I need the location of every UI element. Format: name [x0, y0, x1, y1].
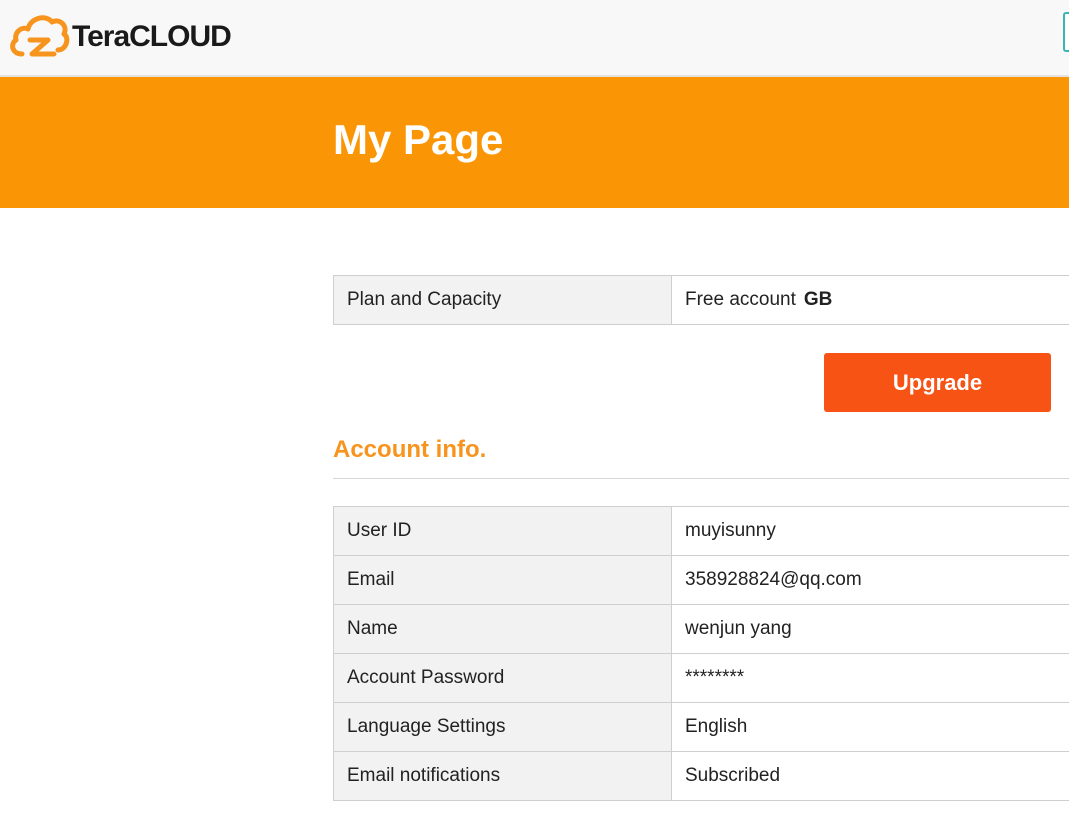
- user-id-value: muyisunny: [671, 506, 1069, 556]
- logo-text: TeraCLOUD: [72, 20, 232, 53]
- page-title: My Page: [333, 116, 504, 163]
- account-info-table: User ID muyisunny Email 358928824@qq.com…: [333, 506, 1069, 801]
- plan-capacity-unit: GB: [803, 289, 833, 310]
- email-value: 358928824@qq.com: [671, 555, 1069, 605]
- table-row-name: Name wenjun yang: [333, 604, 1069, 654]
- language-value: English: [671, 702, 1069, 752]
- table-row: Plan and Capacity Free account GB: [333, 275, 1069, 325]
- table-row-user-id: User ID muyisunny: [333, 506, 1069, 556]
- plan-value: Free account: [685, 289, 796, 310]
- plan-label: Plan and Capacity: [333, 275, 672, 325]
- teracloud-logo[interactable]: TeraCLOUD: [8, 10, 232, 60]
- table-row-email-notifications: Email notifications Subscribed: [333, 751, 1069, 801]
- user-id-label: User ID: [333, 506, 672, 556]
- name-value: wenjun yang: [671, 604, 1069, 654]
- password-label: Account Password: [333, 653, 672, 703]
- section-divider: [333, 478, 1069, 479]
- account-info-heading: Account info.: [333, 436, 487, 463]
- email-notifications-label: Email notifications: [333, 751, 672, 801]
- plan-table: Plan and Capacity Free account GB: [333, 275, 1069, 325]
- top-navigation-bar: TeraCLOUD: [0, 0, 1069, 77]
- header-edge-button[interactable]: [1063, 12, 1069, 52]
- email-notifications-value: Subscribed: [671, 751, 1069, 801]
- upgrade-button[interactable]: Upgrade: [824, 353, 1051, 412]
- name-label: Name: [333, 604, 672, 654]
- table-row-language: Language Settings English: [333, 702, 1069, 752]
- table-row-password: Account Password ********: [333, 653, 1069, 703]
- plan-value-cell: Free account GB: [671, 275, 1069, 325]
- email-label: Email: [333, 555, 672, 605]
- page-banner: My Page: [0, 77, 1069, 208]
- password-value: ********: [671, 653, 1069, 703]
- table-row-email: Email 358928824@qq.com: [333, 555, 1069, 605]
- language-label: Language Settings: [333, 702, 672, 752]
- cloud-logo-icon: [10, 15, 70, 57]
